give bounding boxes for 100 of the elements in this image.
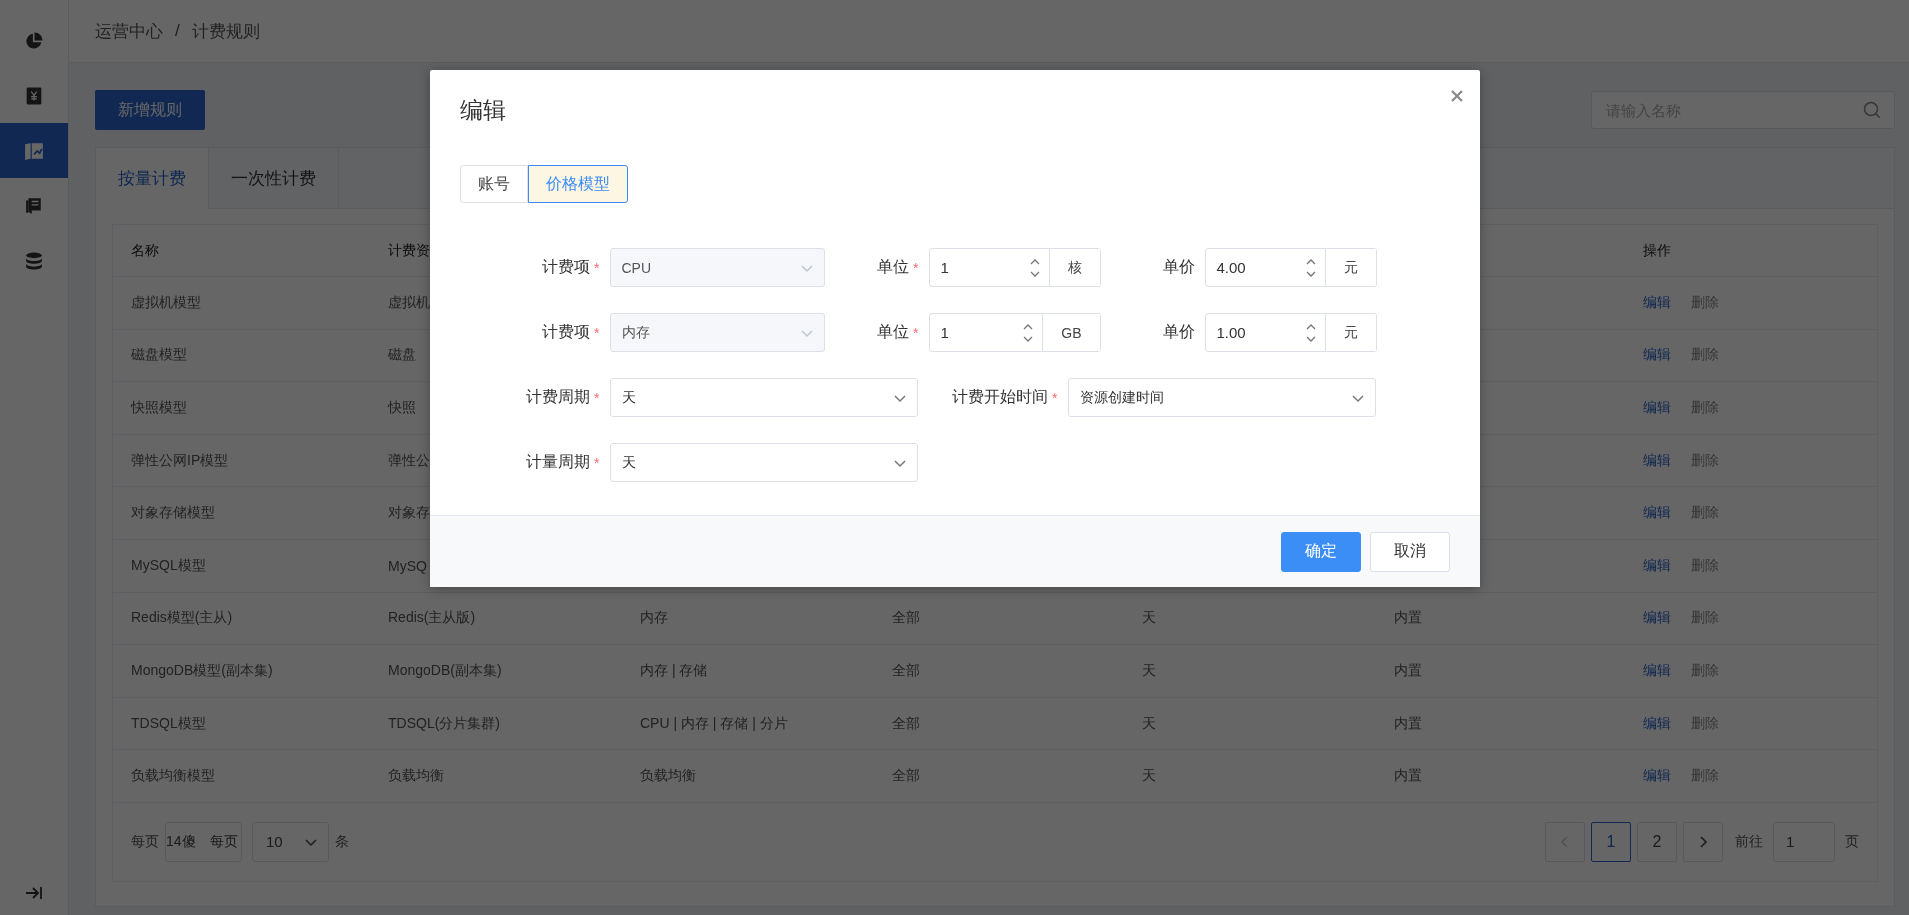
tab[interactable]: 按量计费: [96, 148, 209, 209]
table-cell: 对象存储模型: [131, 504, 215, 523]
number-field[interactable]: 1 核: [928, 248, 1101, 287]
table-cell: 内存: [640, 609, 668, 628]
page-size-select[interactable]: 10: [252, 821, 329, 862]
edit-link[interactable]: 编辑: [1643, 714, 1671, 733]
expand-icon[interactable]: [25, 886, 43, 900]
number-field[interactable]: 4.00 元: [1204, 248, 1377, 287]
page-button[interactable]: 2: [1637, 821, 1677, 862]
unit-addon: 核: [1048, 249, 1100, 286]
page-button[interactable]: 1: [1591, 821, 1631, 862]
table-cell: MySQ: [388, 557, 427, 574]
table-cell: MongoDB模型(副本集): [131, 661, 273, 680]
edit-link[interactable]: 编辑: [1643, 346, 1671, 365]
edit-link[interactable]: 编辑: [1643, 556, 1671, 575]
page-size-suffix: 条: [335, 832, 349, 851]
required-mark: *: [913, 324, 919, 341]
select-field[interactable]: 天: [609, 443, 918, 482]
table-cell: MySQL模型: [131, 556, 206, 575]
goto-suffix: 页: [1845, 832, 1859, 851]
add-rule-button[interactable]: 新增规则: [95, 90, 205, 130]
edit-link[interactable]: 编辑: [1643, 399, 1671, 417]
database-icon: [25, 251, 43, 270]
field-label: 计费开始时间: [952, 387, 1049, 407]
table-cell: Redis(主从版): [388, 609, 476, 628]
total-text: 14傻: [166, 832, 196, 851]
required-mark: *: [594, 389, 600, 406]
table-cell: 内置: [1394, 609, 1422, 628]
yen-document-icon: [26, 86, 42, 105]
table-cell: 天: [1142, 609, 1156, 628]
required-mark: *: [594, 454, 600, 471]
table-cell: 磁盘模型: [131, 346, 187, 365]
segment-tab[interactable]: 账号: [459, 165, 528, 203]
required-mark: *: [913, 259, 919, 276]
unit-addon: GB: [1042, 314, 1100, 351]
table-cell: TDSQL模型: [131, 714, 206, 733]
edit-link[interactable]: 编辑: [1643, 504, 1671, 523]
table-cell: 负载均衡: [640, 767, 696, 786]
table-cell: 弹性公: [388, 451, 430, 470]
close-icon[interactable]: [1449, 89, 1464, 103]
table-cell: 快照模型: [131, 399, 187, 417]
segment-tab[interactable]: 价格模型: [527, 165, 628, 203]
table-cell: 虚拟机模型: [131, 293, 201, 312]
number-field[interactable]: 1.00 元: [1204, 313, 1377, 352]
column-header: 名称: [131, 241, 159, 260]
table-cell: 快照: [388, 399, 416, 417]
required-mark: *: [594, 259, 600, 276]
table-cell: MongoDB(副本集): [388, 661, 502, 680]
table-cell: 全部: [892, 661, 920, 680]
field-label: 单价: [1162, 322, 1195, 342]
table-cell: 负载均衡: [388, 767, 444, 786]
column-header: 计费资: [388, 241, 430, 260]
field-label: 单位: [877, 257, 910, 277]
cancel-button[interactable]: 取消: [1369, 531, 1450, 572]
table-cell: 天: [1142, 714, 1156, 733]
table-cell: 全部: [892, 714, 920, 733]
table-cell: 弹性公网IP模型: [131, 451, 229, 470]
unit-addon: 元: [1324, 314, 1376, 351]
goto-label: 前往: [1735, 832, 1763, 851]
edit-link[interactable]: 编辑: [1643, 767, 1671, 786]
select-field[interactable]: 天: [609, 378, 918, 417]
table-cell: 内存 | 存储: [640, 661, 708, 680]
column-header: 操作: [1643, 241, 1671, 260]
goto-page-field[interactable]: 1: [1773, 821, 1835, 862]
table-cell: 负载均衡模型: [131, 767, 215, 786]
pie-chart-icon: [25, 31, 43, 50]
number-field[interactable]: 1 GB: [928, 313, 1101, 352]
edit-link[interactable]: 编辑: [1643, 293, 1671, 312]
field-label: 单位: [877, 322, 910, 342]
table-cell: 内置: [1394, 767, 1422, 786]
field-label: 计费项: [542, 322, 591, 342]
book-icon: [25, 196, 43, 215]
required-mark: *: [1052, 389, 1058, 406]
table-cell: 天: [1142, 767, 1156, 786]
edit-link[interactable]: 编辑: [1643, 609, 1671, 628]
unit-addon: 元: [1324, 249, 1376, 286]
dialog-title: 编辑: [459, 96, 506, 124]
total-text: 每页: [209, 832, 238, 851]
chevron-right-icon: [1698, 834, 1708, 849]
table-cell: 天: [1142, 661, 1156, 680]
select-field[interactable]: 资源创建时间: [1067, 378, 1376, 417]
table-cell: 全部: [892, 767, 920, 786]
table-cell: TDSQL(分片集群): [388, 714, 500, 733]
edit-link[interactable]: 编辑: [1643, 661, 1671, 680]
table-cell: 内置: [1394, 661, 1422, 680]
table-cell: CPU | 内存 | 存储 | 分片: [640, 714, 788, 733]
field-label: 计量周期: [526, 452, 591, 472]
table-cell: 对象存: [388, 504, 430, 523]
search-icon[interactable]: [1863, 101, 1881, 119]
breadcrumb-item[interactable]: 运营中心: [95, 19, 163, 43]
table-cell: 内置: [1394, 714, 1422, 733]
confirm-button[interactable]: 确定: [1280, 531, 1361, 572]
breadcrumb-item[interactable]: 计费规则: [191, 19, 260, 43]
breadcrumb-separator: /: [175, 21, 180, 41]
chart-book-icon: [24, 141, 44, 160]
total-label: 每页: [131, 832, 159, 851]
sidebar-item[interactable]: [0, 123, 68, 178]
edit-link[interactable]: 编辑: [1643, 451, 1671, 470]
table-cell: 全部: [892, 609, 920, 628]
table-cell: 磁盘: [388, 346, 416, 365]
